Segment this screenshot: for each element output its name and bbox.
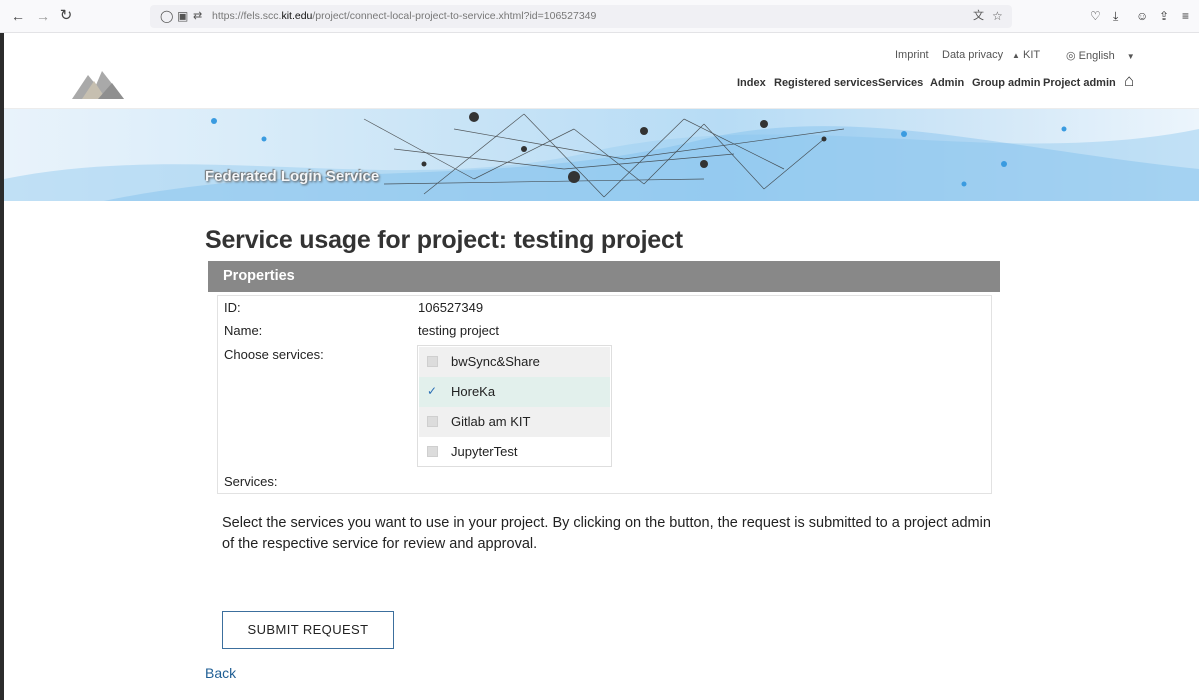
privacy-link[interactable]: Data privacy bbox=[942, 49, 1003, 61]
id-label: ID: bbox=[224, 300, 241, 315]
nav-services[interactable]: Services bbox=[878, 77, 923, 89]
shield-icon[interactable]: ◯ bbox=[160, 7, 173, 26]
download-icon[interactable]: ⤓ bbox=[1113, 7, 1118, 25]
home-icon[interactable]: ⌂ bbox=[1124, 71, 1134, 91]
nav-project-admin[interactable]: Project admin bbox=[1043, 77, 1116, 89]
url-path: /project/connect-local-project-to-servic… bbox=[312, 10, 597, 22]
banner: Federated Login Service bbox=[4, 109, 1199, 201]
network-graphic bbox=[4, 112, 1199, 201]
checkbox[interactable] bbox=[427, 416, 438, 427]
service-checkbox-list: bwSync&Share ✓ HoreKa Gitlab am KIT Jupy… bbox=[417, 345, 612, 467]
kit-link[interactable]: ▲ KIT bbox=[1012, 49, 1040, 61]
account-icon[interactable]: ☺ bbox=[1136, 7, 1148, 25]
nav-registered-services[interactable]: Registered services bbox=[774, 77, 878, 89]
name-value: testing project bbox=[418, 323, 499, 338]
imprint-link[interactable]: Imprint bbox=[895, 49, 929, 61]
permissions-icon[interactable]: ⇄ bbox=[193, 7, 202, 26]
services-label: Services: bbox=[224, 474, 278, 489]
address-bar[interactable]: ◯ ▣ ⇄ https://fels.scc.kit.edu/project/c… bbox=[150, 5, 1012, 28]
nav-group-admin-label: Group admin bbox=[972, 77, 1041, 89]
checkmark-icon[interactable]: ✓ bbox=[427, 383, 437, 399]
site-header: Imprint Data privacy ▲ KIT ◎ English ▼ In… bbox=[4, 33, 1199, 109]
nav-index-label: Index bbox=[737, 77, 766, 89]
kit-icon: ▲ bbox=[1012, 51, 1020, 60]
pocket-icon[interactable]: ♡ bbox=[1090, 7, 1101, 25]
translate-icon[interactable]: 文 bbox=[973, 7, 984, 26]
url-prefix: https://fels.scc. bbox=[212, 10, 282, 22]
nav-project-admin-label: Project admin bbox=[1043, 77, 1116, 89]
nav-registered-label: Registered services bbox=[774, 77, 878, 89]
language-selector[interactable]: ◎ English ▼ bbox=[1066, 49, 1135, 62]
service-label: bwSync&Share bbox=[451, 354, 540, 369]
menu-icon[interactable]: ≡ bbox=[1182, 7, 1189, 25]
url-domain: kit.edu bbox=[281, 10, 313, 22]
privacy-label: Data privacy bbox=[942, 49, 1004, 61]
name-label: Name: bbox=[224, 323, 263, 338]
submit-request-button[interactable]: SUBMIT REQUEST bbox=[222, 611, 394, 649]
service-option-gitlab[interactable]: Gitlab am KIT bbox=[419, 407, 610, 437]
checkbox[interactable] bbox=[427, 446, 438, 457]
back-link[interactable]: Back bbox=[205, 665, 236, 681]
page-root: ← → ↻ ◯ ▣ ⇄ https://fels.scc.kit.edu/pro… bbox=[0, 0, 1199, 700]
service-option-bwsync[interactable]: bwSync&Share bbox=[419, 347, 610, 377]
lock-icon[interactable]: ▣ bbox=[177, 7, 188, 26]
id-value: 106527349 bbox=[418, 300, 484, 315]
service-option-horeka[interactable]: ✓ HoreKa bbox=[419, 377, 610, 407]
globe-icon: ◎ bbox=[1066, 50, 1076, 62]
reload-icon[interactable]: ↻ bbox=[56, 6, 76, 26]
info-text: Select the services you want to use in y… bbox=[222, 515, 991, 552]
language-label: English bbox=[1078, 50, 1115, 62]
banner-title: Federated Login Service bbox=[205, 168, 380, 185]
properties-header: Properties bbox=[208, 261, 1000, 292]
service-label: HoreKa bbox=[451, 384, 496, 399]
nav-admin[interactable]: Admin bbox=[930, 77, 964, 89]
url-text[interactable]: https://fels.scc.kit.edu/project/connect… bbox=[212, 5, 596, 28]
mountain-logo-icon[interactable] bbox=[72, 69, 124, 101]
service-label: JupyterTest bbox=[451, 444, 518, 459]
forward-icon[interactable]: → bbox=[33, 6, 53, 26]
page-title: Service usage for project: testing proje… bbox=[205, 226, 683, 254]
service-label: Gitlab am KIT bbox=[451, 414, 531, 429]
chevron-down-icon: ▼ bbox=[1126, 52, 1135, 61]
kit-label: KIT bbox=[1022, 49, 1041, 61]
nav-group-admin[interactable]: Group admin bbox=[972, 77, 1040, 89]
imprint-label: Imprint bbox=[895, 49, 929, 61]
service-option-jupyter[interactable]: JupyterTest bbox=[419, 437, 610, 467]
nav-index[interactable]: Index bbox=[737, 77, 766, 89]
bookmark-star-icon[interactable]: ☆ bbox=[992, 7, 1003, 26]
back-icon[interactable]: ← bbox=[8, 6, 28, 26]
choose-services-label: Choose services: bbox=[224, 347, 324, 362]
nav-services-label: Services bbox=[878, 77, 924, 89]
checkbox[interactable] bbox=[427, 356, 438, 367]
browser-toolbar: ← → ↻ ◯ ▣ ⇄ https://fels.scc.kit.edu/pro… bbox=[0, 0, 1199, 33]
extensions-icon[interactable]: ⇪ bbox=[1159, 7, 1169, 25]
nav-admin-label: Admin bbox=[930, 77, 965, 89]
